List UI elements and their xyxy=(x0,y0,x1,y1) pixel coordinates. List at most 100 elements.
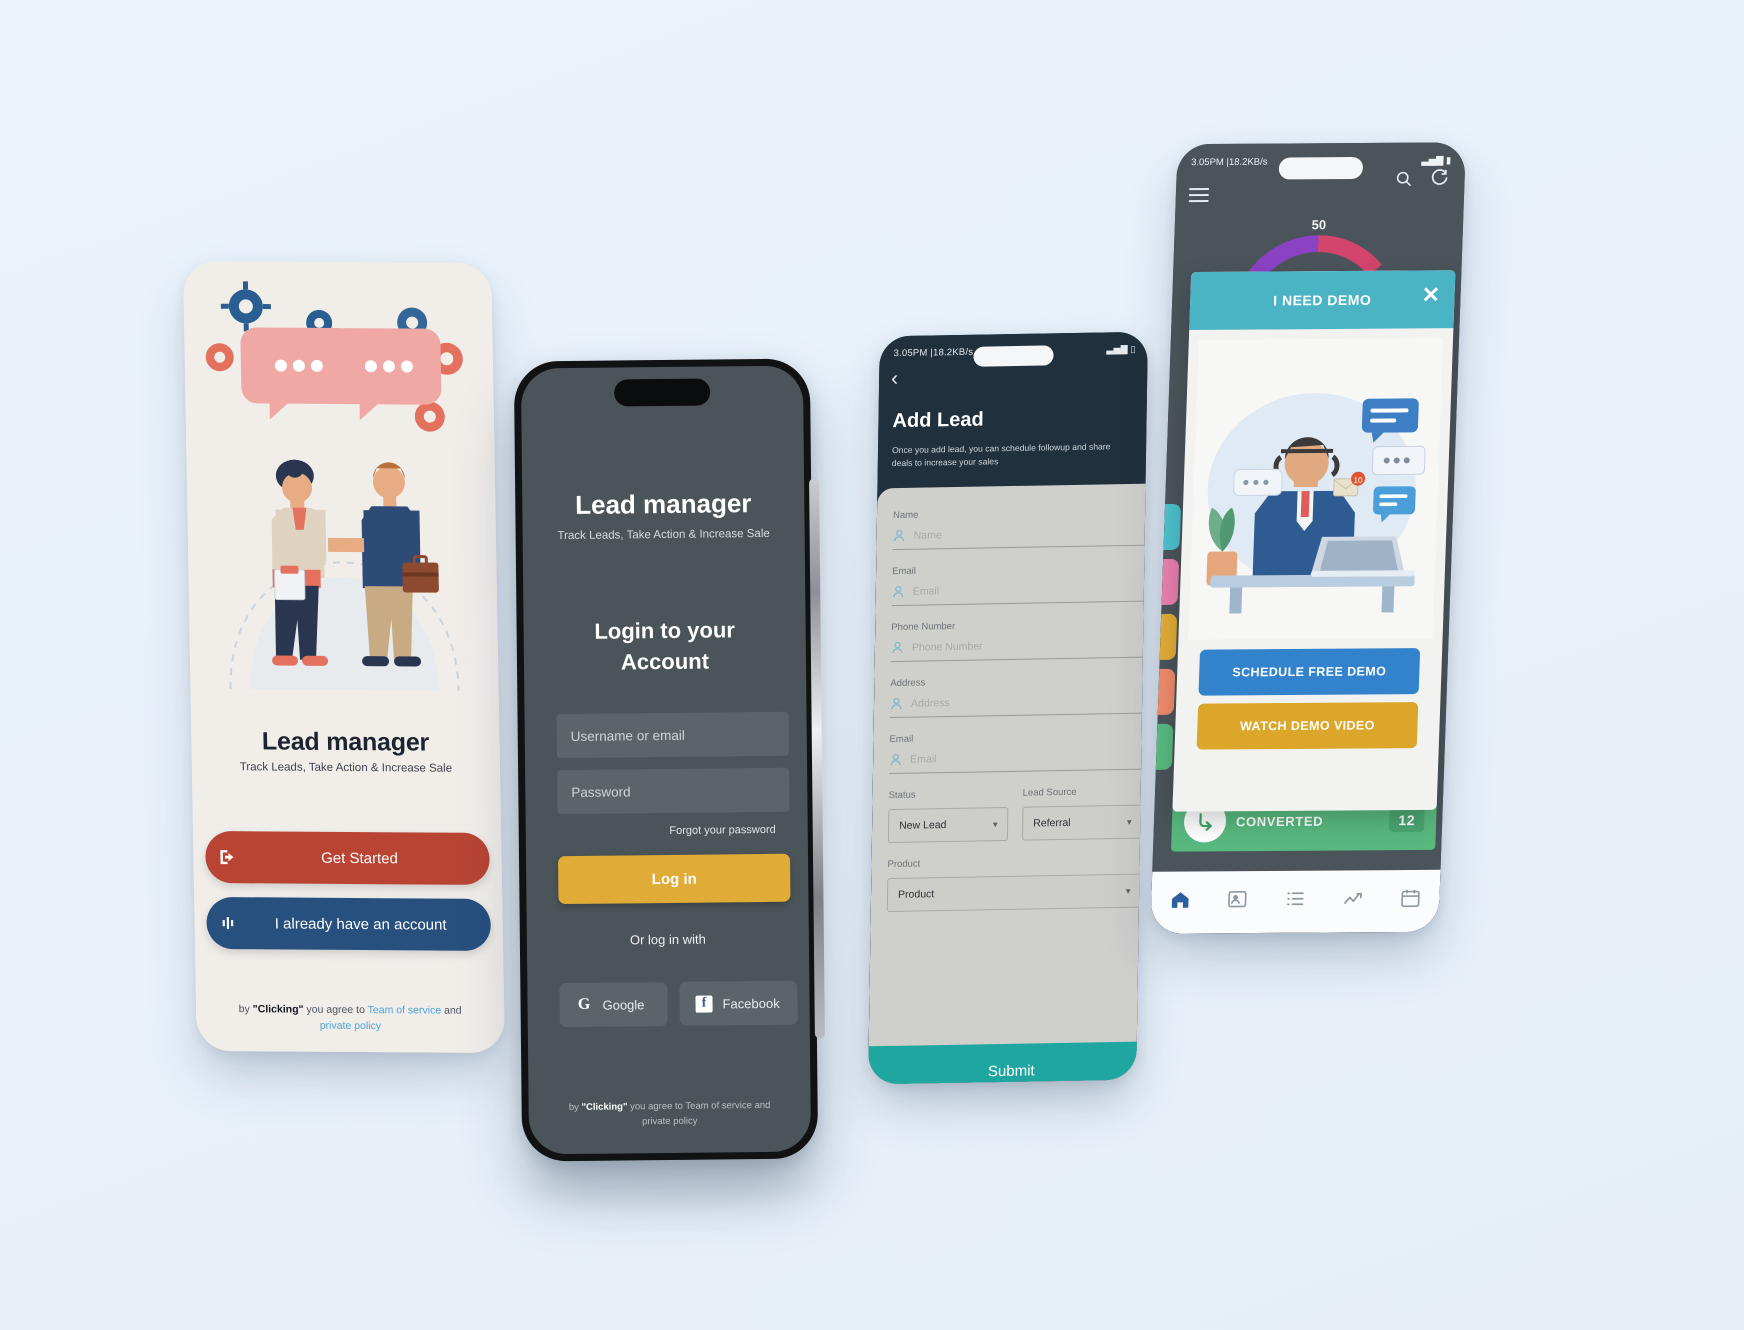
refresh-icon[interactable] xyxy=(1430,168,1449,191)
username-input[interactable]: Username or email xyxy=(556,711,789,759)
email-input[interactable]: Email xyxy=(891,580,1147,607)
name-label: Name xyxy=(892,509,919,522)
field-group-phone: Phone Number Phone Number xyxy=(890,618,1146,663)
legal-middle: you agree to xyxy=(303,1003,368,1017)
login-app-title: Lead manager xyxy=(575,488,752,520)
login-button[interactable]: Log in xyxy=(558,853,791,905)
status-time: 3.05PM |18.2KB/s xyxy=(1190,156,1268,168)
tab-calendar[interactable] xyxy=(1399,887,1422,915)
email2-placeholder: Email xyxy=(910,752,937,766)
strip-pink xyxy=(1161,558,1180,605)
name-input[interactable]: Name xyxy=(892,524,1147,551)
bottom-tab-bar xyxy=(1150,869,1441,934)
have-account-button[interactable]: I already have an account xyxy=(206,896,492,951)
tab-reports[interactable] xyxy=(1341,887,1364,915)
field-group-status: Status New Lead ▼ xyxy=(887,788,1009,844)
schedule-demo-button[interactable]: SCHEDULE FREE DEMO xyxy=(1198,648,1421,696)
demo-modal: I NEED DEMO ✕ 10 SCHEDULE FREE DEMO WATC… xyxy=(1172,270,1456,812)
add-lead-phone: 3.05PM |18.2KB/s ▃▅▇ ▯ ‹ Add Lead Once y… xyxy=(868,331,1148,1085)
product-label: Product xyxy=(887,858,921,871)
tab-home[interactable] xyxy=(1168,889,1191,917)
page-title: Add Lead xyxy=(892,408,984,433)
login-heading-line2: Account xyxy=(620,648,710,675)
watch-demo-button[interactable]: WATCH DEMO VIDEO xyxy=(1196,702,1419,750)
signal-battery-icons: ▃▅▇ ▮ xyxy=(1421,154,1452,167)
name-placeholder: Name xyxy=(913,528,942,542)
field-group-product: Product Product ▼ xyxy=(886,855,1142,913)
login-legal-prefix: by xyxy=(568,1101,582,1113)
tab-tasks[interactable] xyxy=(1284,888,1307,916)
lead-source-select[interactable]: Referral ▼ xyxy=(1021,804,1143,841)
add-lead-screen: 3.05PM |18.2KB/s ▃▅▇ ▯ ‹ Add Lead Once y… xyxy=(868,331,1148,1085)
google-g-icon: G xyxy=(577,995,591,1013)
user-icon xyxy=(893,585,904,598)
user-icon xyxy=(892,641,903,654)
address-placeholder: Address xyxy=(910,696,950,710)
search-icon[interactable] xyxy=(1395,171,1413,193)
onboarding-screen: Lead manager Track Leads, Take Action & … xyxy=(183,260,505,1054)
login-legal-and: and xyxy=(751,1099,771,1111)
login-phone: Lead manager Track Leads, Take Action & … xyxy=(513,358,819,1162)
address-label: Address xyxy=(890,677,926,690)
login-terms-link[interactable]: Team of service xyxy=(685,1100,752,1112)
login-heading-line1: Login to your xyxy=(594,617,736,644)
onboarding-phone: Lead manager Track Leads, Take Action & … xyxy=(183,260,505,1054)
phone-placeholder: Phone Number xyxy=(911,639,983,654)
app-title: Lead manager xyxy=(261,727,430,757)
login-legal-bold: "Clicking" xyxy=(581,1101,628,1113)
facebook-f-icon: f xyxy=(695,995,713,1013)
chevron-left-icon[interactable]: ‹ xyxy=(891,367,898,390)
have-account-label: I already have an account xyxy=(274,914,447,934)
address-input[interactable]: Address xyxy=(889,692,1145,719)
login-policy-link[interactable]: private policy xyxy=(642,1116,698,1128)
status-value: New Lead xyxy=(899,819,947,832)
login-screen: Lead manager Track Leads, Take Action & … xyxy=(520,365,812,1155)
modal-header: I NEED DEMO ✕ xyxy=(1189,270,1456,331)
tab-contacts[interactable] xyxy=(1226,888,1249,916)
product-select[interactable]: Product ▼ xyxy=(886,873,1142,913)
field-group-email-2: Email Email xyxy=(888,730,1144,775)
password-placeholder: Password xyxy=(571,783,631,800)
legal-and: and xyxy=(441,1004,462,1017)
signal-battery-icons: ▃▅▇ ▯ xyxy=(1106,343,1136,354)
email-label: Email xyxy=(892,565,916,578)
hamburger-menu-icon[interactable] xyxy=(1188,187,1210,206)
mockup-scene: Lead manager Track Leads, Take Action & … xyxy=(0,0,1744,1330)
field-group-address: Address Address xyxy=(889,674,1145,719)
phone-label: Phone Number xyxy=(891,620,956,634)
email2-input[interactable]: Email xyxy=(888,748,1144,775)
svg-text:10: 10 xyxy=(1353,476,1363,485)
app-subtitle: Track Leads, Take Action & Increase Sale xyxy=(239,761,453,775)
strip-orange xyxy=(1157,668,1176,715)
login-heading: Login to your Account xyxy=(523,614,806,679)
status-label: Status xyxy=(888,789,916,802)
username-placeholder: Username or email xyxy=(570,727,685,744)
google-login-button[interactable]: G Google xyxy=(559,981,668,1028)
support-agent-illustration: 10 xyxy=(1188,338,1444,640)
product-value: Product xyxy=(897,888,935,901)
phone3-notch xyxy=(973,345,1054,367)
forgot-password-link[interactable]: Forgot your password xyxy=(669,824,776,837)
email2-label: Email xyxy=(889,733,914,746)
close-x-icon[interactable]: ✕ xyxy=(1421,282,1441,307)
lead-source-value: Referral xyxy=(1033,816,1071,830)
private-policy-link[interactable]: private policy xyxy=(320,1020,382,1032)
phone-input[interactable]: Phone Number xyxy=(890,636,1146,663)
facebook-login-button[interactable]: f Facebook xyxy=(679,980,798,1026)
google-label: Google xyxy=(602,996,645,1013)
get-started-label: Get Started xyxy=(320,849,399,867)
chevron-down-icon: ▼ xyxy=(1124,886,1133,896)
user-icon xyxy=(894,529,905,542)
or-login-with-label: Or log in with xyxy=(629,931,706,948)
chevron-down-icon: ▼ xyxy=(991,819,1000,829)
modal-title: I NEED DEMO xyxy=(1272,291,1372,309)
terms-of-service-link[interactable]: Team of service xyxy=(367,1004,441,1017)
strip-green xyxy=(1155,723,1174,770)
password-input[interactable]: Password xyxy=(557,767,790,815)
email-placeholder: Email xyxy=(912,584,940,598)
submit-button[interactable]: Submit xyxy=(868,1041,1148,1085)
phone2-dynamic-island xyxy=(614,378,711,407)
converted-count: 12 xyxy=(1389,807,1425,833)
get-started-button[interactable]: Get Started xyxy=(205,830,491,885)
status-select[interactable]: New Lead ▼ xyxy=(887,806,1009,844)
